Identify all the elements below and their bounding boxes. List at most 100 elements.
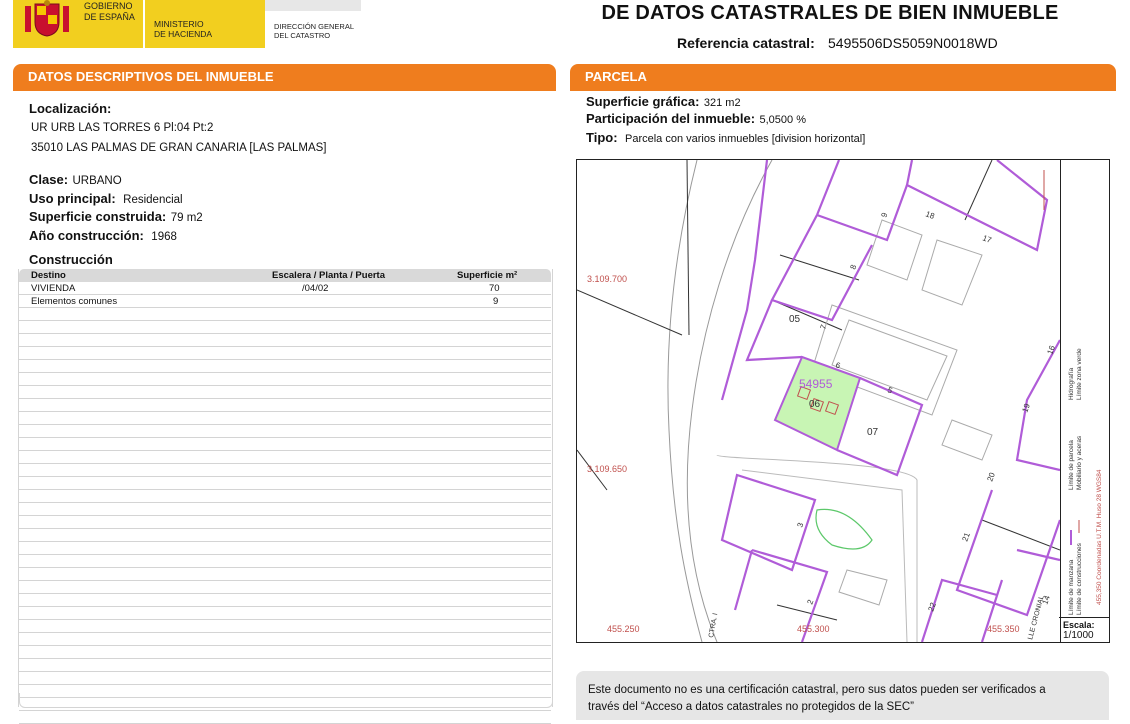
cell-superficie: 70 [489,283,500,294]
document-title: DE DATOS CATASTRALES DE BIEN INMUEBLE [601,2,1059,24]
empty-table-row [19,633,551,646]
empty-table-row [19,620,551,633]
parcel-id-label: 54955 [799,377,833,391]
header-grey-tab [265,0,361,11]
coord-x-label: 455.250 [607,624,640,634]
legend-item: Hidrografía [1068,367,1075,400]
street-name: CTRA. I [708,613,719,639]
street-number: 3 [795,521,805,529]
empty-table-row [19,438,551,451]
scale-box: Escala: 1/1000 [1059,617,1109,642]
empty-table-row [19,373,551,386]
section-title-bold: INMUEBLE [205,69,274,84]
empty-table-row [19,412,551,425]
street-number: 9 [879,211,889,219]
empty-table-row [19,503,551,516]
sup-grafica-label: Superficie gráfica: [586,94,700,109]
col-superficie: Superficie m² [457,270,518,281]
empty-table-row [19,425,551,438]
empty-table-row [19,607,551,620]
empty-table-row [19,334,551,347]
col-escalera: Escalera / Planta / Puerta [272,270,386,281]
empty-table-row [19,594,551,607]
street-name: LLE CRONIAL [1027,595,1046,641]
sup-grafica-value: 321 m2 [703,97,741,109]
tipo-row: Tipo: Parcela con varios inmuebles [divi… [586,129,865,147]
table-row: VIVIENDA /04/02 70 [19,282,551,295]
empty-table-row [19,542,551,555]
cell-destino: Elementos comunes [31,296,118,307]
superficie-row: Superficie construida: 79 m2 [29,208,203,226]
direccion-line2: DEL CATASTRO [274,31,331,40]
ministerio-line2: DE HACIENDA [154,29,213,39]
table-row: Elementos comunes 9 [19,295,551,308]
coordinate-note: 455,350 Coordenadas U.T.M. Huso 28 WGS84 [1096,469,1103,605]
parcel-label: 06 [809,399,821,410]
gobierno-line2: DE ESPAÑA [84,12,135,22]
cell-escalera: /04/02 [302,283,329,294]
street-number: 2 [805,598,815,606]
empty-table-row [19,490,551,503]
street-number: 18 [924,209,936,221]
coord-y-label: 3.109.700 [587,274,627,284]
sup-grafica-row: Superficie gráfica: 321 m2 [586,93,741,111]
street-number: 5 [886,385,894,395]
legend-item: Mobiliario y aceras [1076,435,1083,490]
empty-table-row [19,581,551,594]
participacion-row: Participación del inmueble: 5,0500 % [586,110,806,128]
empty-table-row [19,529,551,542]
uso-value: Residencial [123,194,183,206]
empty-table-row [19,308,551,321]
coord-y-label: 3.109.650 [587,464,627,474]
ministerio-line1: MINISTERIO [154,19,204,29]
empty-table-row [19,516,551,529]
direccion-line1: DIRECCIÓN GENERAL [274,22,355,31]
scale-label: Escala: [1063,620,1095,630]
superficie-value: 79 m2 [170,212,203,224]
cell-superficie: 9 [493,296,499,307]
coat-of-arms-icon [25,0,69,37]
empty-table-row [19,568,551,581]
street-number: 19 [1020,402,1032,414]
map-svg: 05 06 07 54955 9 18 17 8 7 6 5 16 19 20 … [577,160,1060,642]
table-footer [19,693,553,708]
empty-table-row [19,347,551,360]
address-line-1: UR URB LAS TORRES 6 Pl:04 Pt:2 [31,122,214,134]
empty-table-row [19,659,551,672]
empty-table-row [19,711,551,724]
gobierno-line1: GOBIERNO [84,1,133,11]
empty-table-row [19,321,551,334]
section-header-parcela: PARCELA [570,64,1116,89]
tipo-value: Parcela con varios inmuebles [division h… [624,133,866,145]
empty-table-row [19,672,551,685]
legend-item: Límite de manzana [1068,559,1075,615]
street-number: 20 [985,471,997,483]
participacion-value: 5,0500 % [759,114,806,126]
section-underline [13,89,556,91]
legend-item: Límite zona verde [1076,348,1083,400]
clase-value: URBANO [72,175,122,187]
direccion-general-text: DIRECCIÓN GENERAL DEL CATASTRO [274,22,354,40]
street-number: 6 [834,360,842,370]
notice-line-1: Este documento no es una certificación c… [588,684,1046,696]
parcel-label: 07 [867,427,879,438]
ministerio-text: MINISTERIO DE HACIENDA [154,19,212,39]
map-legend: Límite de manzana Límite de construccion… [1059,159,1110,643]
participacion-label: Participación del inmueble: [586,111,756,126]
col-destino: Destino [31,270,66,281]
ref-catastral-value: 5495506DS5059N0018WD [828,35,998,51]
superficie-label: Superficie construida: [29,209,167,224]
empty-table-row [19,399,551,412]
street-number: 16 [1045,344,1057,356]
construccion-table: Destino Escalera / Planta / Puerta Super… [19,269,551,724]
scale-value: 1/1000 [1063,630,1094,641]
tipo-label: Tipo: [586,130,618,145]
gobierno-text: GOBIERNO DE ESPAÑA [84,1,135,23]
notice-line-2: través del “Acceso a datos catastrales n… [588,701,915,713]
empty-table-row [19,464,551,477]
cell-destino: VIVIENDA [31,283,76,294]
section-title-prefix: DATOS DESCRIPTIVOS DEL [28,69,206,84]
empty-table-row [19,360,551,373]
empty-table-row [19,555,551,568]
street-number: 17 [981,233,993,245]
